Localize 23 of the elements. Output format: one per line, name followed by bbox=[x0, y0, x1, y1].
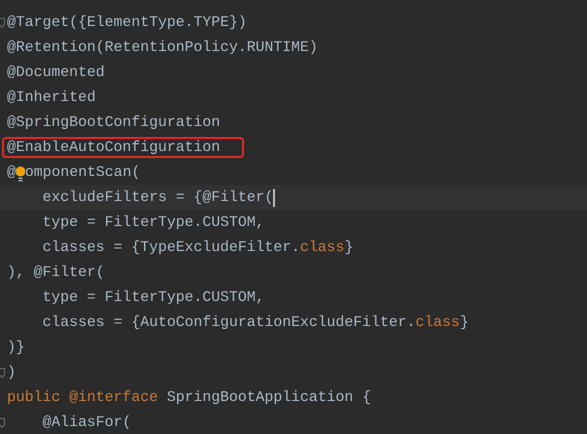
code-text: ) bbox=[7, 364, 16, 380]
code-text: public @interface SpringBootApplication { bbox=[7, 390, 372, 406]
code-text: omponentScan( bbox=[24, 164, 140, 180]
lightbulb-icon[interactable] bbox=[16, 166, 25, 183]
text-cursor bbox=[273, 188, 276, 206]
code-text: excludeFilters = {@Filter( bbox=[42, 190, 274, 206]
code-text: @AliasFor( bbox=[42, 414, 132, 430]
fold-marker-icon[interactable] bbox=[0, 418, 5, 428]
code-text: @ bbox=[7, 164, 16, 180]
code-text: )} bbox=[7, 340, 25, 356]
code-text: @Inherited bbox=[7, 90, 96, 106]
code-text: @EnableAutoConfiguration bbox=[7, 140, 220, 156]
code-text: classes = {TypeExcludeFilter.class} bbox=[42, 240, 354, 256]
code-text: type = FilterType.CUSTOM, bbox=[42, 290, 265, 306]
code-text: @Target({ElementType.TYPE}) bbox=[7, 14, 247, 30]
code-text: ), @Filter( bbox=[7, 264, 105, 280]
code-text: @SpringBootConfiguration bbox=[7, 114, 220, 130]
code-text: @Documented bbox=[7, 64, 105, 80]
code-text: @Retention(RetentionPolicy.RUNTIME) bbox=[7, 40, 318, 56]
fold-marker-icon[interactable] bbox=[0, 368, 5, 378]
fold-marker-icon[interactable] bbox=[0, 18, 5, 28]
code-text: classes = {AutoConfigurationExcludeFilter.class} bbox=[42, 314, 469, 330]
code-text: type = FilterType.CUSTOM, bbox=[42, 214, 265, 230]
